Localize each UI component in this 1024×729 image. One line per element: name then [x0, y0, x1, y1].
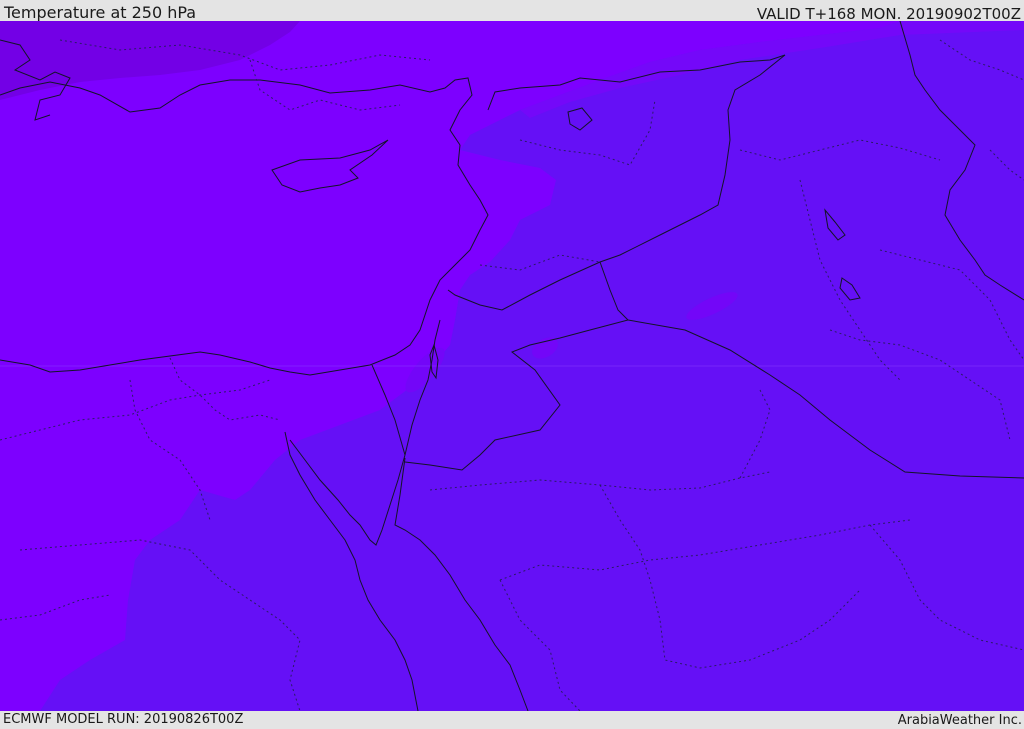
- footer-bar: ECMWF MODEL RUN: 20190826T00Z ArabiaWeat…: [0, 711, 1024, 729]
- weather-map: [0, 21, 1024, 711]
- temperature-map-svg: [0, 21, 1024, 711]
- map-title: Temperature at 250 hPa: [4, 3, 197, 22]
- header-bar: Temperature at 250 hPa VALID T+168 MON. …: [0, 0, 1024, 23]
- model-run-label: ECMWF MODEL RUN: 20190826T00Z: [3, 712, 244, 727]
- credit-label: ArabiaWeather Inc.: [897, 713, 1022, 728]
